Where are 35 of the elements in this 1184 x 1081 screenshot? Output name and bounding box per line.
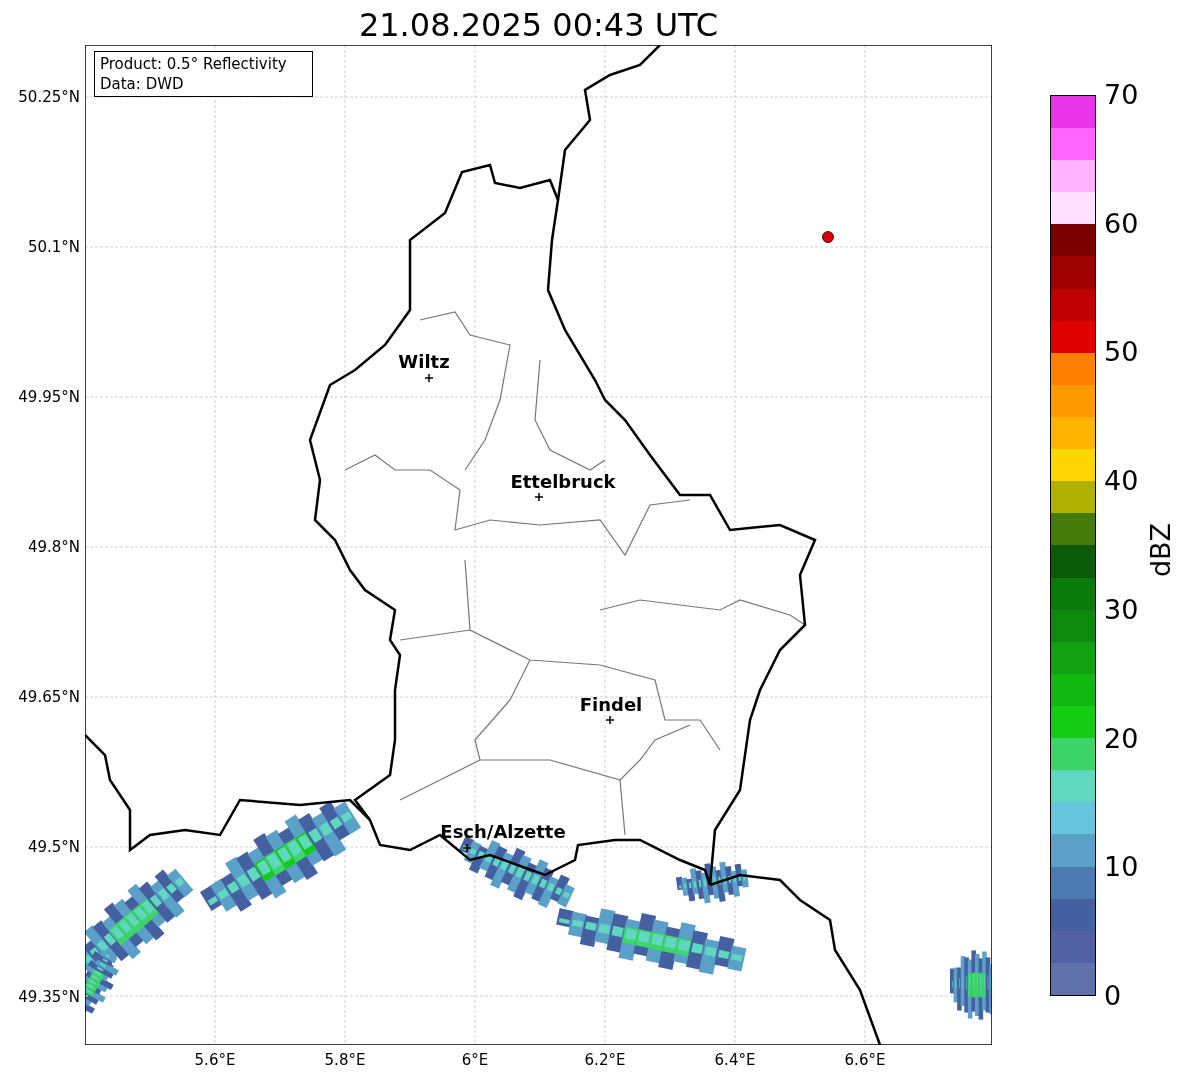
colorbar-label: dBZ bbox=[1146, 522, 1176, 578]
colorbar-tick-label: 40 bbox=[1104, 466, 1139, 497]
colorbar-tick-label: 70 bbox=[1104, 80, 1139, 110]
city-marker-icon bbox=[462, 843, 472, 853]
colorbar-tick-label: 50 bbox=[1104, 337, 1139, 368]
colorbar-tick-label: 20 bbox=[1104, 723, 1139, 754]
city-label: Ettelbruck bbox=[510, 472, 616, 492]
city-marker-icon bbox=[605, 715, 615, 725]
axis-tick-label: 6.2°E bbox=[584, 1051, 626, 1069]
axis-tick-label: 49.5°N bbox=[27, 838, 80, 856]
axis-tick-label: 6°E bbox=[461, 1051, 489, 1069]
axis-tick-label: 49.35°N bbox=[18, 988, 80, 1006]
radar-echo bbox=[950, 950, 992, 1020]
axis-tick-label: 6.4°E bbox=[714, 1051, 756, 1069]
city-marker-icon bbox=[534, 492, 544, 502]
axis-tick-label: 50.1°N bbox=[27, 238, 80, 256]
axis-tick-label: 5.6°E bbox=[194, 1051, 236, 1069]
station-marker bbox=[822, 231, 834, 243]
colorbar-tick-label: 0 bbox=[1104, 981, 1122, 1011]
axis-tick-label: 49.95°N bbox=[18, 388, 80, 406]
colorbar-tick-label: 10 bbox=[1104, 852, 1139, 883]
city-label: Findel bbox=[579, 695, 643, 715]
axis-tick-label: 49.65°N bbox=[18, 688, 80, 706]
colorbar-tick-label: 30 bbox=[1104, 594, 1139, 625]
city-label: Wiltz bbox=[398, 352, 450, 372]
city-label: Esch/Alzette bbox=[440, 822, 566, 842]
colorbar-tick-label: 60 bbox=[1104, 208, 1139, 239]
chart-title: 21.08.2025 00:43 UTC bbox=[358, 6, 719, 44]
axis-tick-label: 5.8°E bbox=[324, 1051, 366, 1069]
axis-tick-label: 49.8°N bbox=[27, 538, 80, 556]
info-text: Data: DWD bbox=[100, 74, 185, 94]
city-marker-icon bbox=[424, 373, 434, 383]
axis-tick-label: 6.6°E bbox=[844, 1051, 886, 1069]
axis-tick-label: 50.25°N bbox=[18, 88, 80, 106]
info-text: Product: 0.5° Reflectivity bbox=[100, 54, 288, 74]
